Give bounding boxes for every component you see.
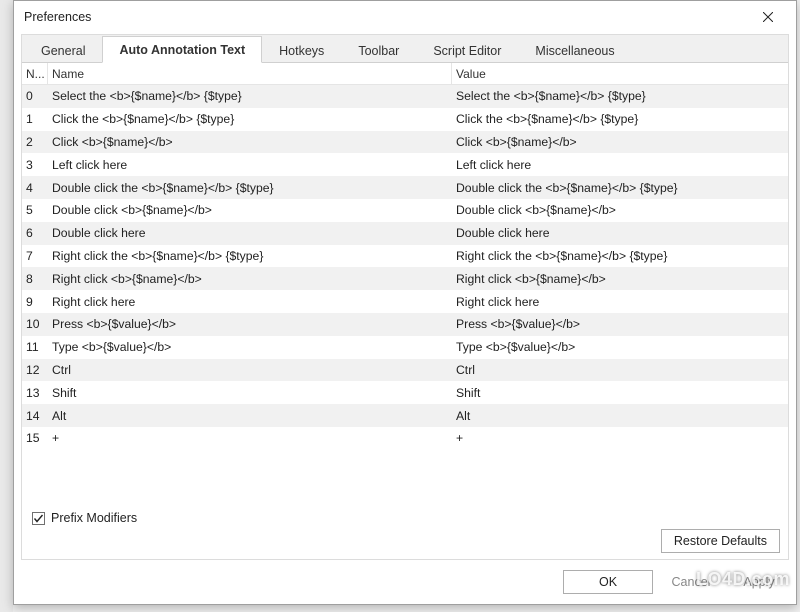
tab-auto-annotation-text[interactable]: Auto Annotation Text [102, 36, 262, 63]
cell-value: Click <b>{$name}</b> [452, 135, 788, 149]
tab-toolbar[interactable]: Toolbar [341, 37, 416, 63]
cell-number: 8 [22, 272, 48, 286]
close-icon [763, 12, 773, 22]
preferences-window: Preferences General Auto Annotation Text… [13, 0, 797, 605]
cell-value: Double click here [452, 226, 788, 240]
table-row[interactable]: 0Select the <b>{$name}</b> {$type}Select… [22, 85, 788, 108]
button-bar: OK Cancel Apply [21, 567, 789, 597]
tab-miscellaneous[interactable]: Miscellaneous [518, 37, 631, 63]
cell-value: Right click the <b>{$name}</b> {$type} [452, 249, 788, 263]
window-title: Preferences [24, 10, 91, 24]
titlebar: Preferences [14, 1, 796, 32]
restore-defaults-button[interactable]: Restore Defaults [661, 529, 780, 553]
cell-number: 5 [22, 203, 48, 217]
ok-button[interactable]: OK [563, 570, 653, 594]
cell-name: Shift [48, 386, 452, 400]
cell-name: Right click <b>{$name}</b> [48, 272, 452, 286]
cell-value: Double click <b>{$name}</b> [452, 203, 788, 217]
cell-name: Double click here [48, 226, 452, 240]
header-value[interactable]: Value [452, 63, 788, 84]
cell-number: 1 [22, 112, 48, 126]
table-row[interactable]: 9Right click hereRight click here [22, 290, 788, 313]
prefix-modifiers-checkbox[interactable] [32, 512, 45, 525]
cell-value: Alt [452, 409, 788, 423]
cancel-button[interactable]: Cancel [661, 570, 721, 594]
checkmark-icon [33, 513, 44, 524]
prefix-modifiers-row: Prefix Modifiers [32, 511, 137, 525]
table-row[interactable]: 14AltAlt [22, 404, 788, 427]
cell-value: Type <b>{$value}</b> [452, 340, 788, 354]
cell-name: Press <b>{$value}</b> [48, 317, 452, 331]
cell-name: Type <b>{$value}</b> [48, 340, 452, 354]
header-number[interactable]: N... [22, 63, 48, 84]
cell-name: Right click the <b>{$name}</b> {$type} [48, 249, 452, 263]
apply-button[interactable]: Apply [729, 570, 789, 594]
cell-value: Double click the <b>{$name}</b> {$type} [452, 181, 788, 195]
cell-value: Press <b>{$value}</b> [452, 317, 788, 331]
cell-number: 6 [22, 226, 48, 240]
cell-number: 7 [22, 249, 48, 263]
cell-number: 11 [22, 340, 48, 354]
cell-value: Select the <b>{$name}</b> {$type} [452, 89, 788, 103]
background-stripe [0, 0, 13, 612]
cell-number: 14 [22, 409, 48, 423]
tab-panel: N... Name Value 0Select the <b>{$name}</… [22, 63, 788, 559]
table-row[interactable]: 2Click <b>{$name}</b>Click <b>{$name}</b… [22, 131, 788, 154]
cell-value: Shift [452, 386, 788, 400]
cell-value: Ctrl [452, 363, 788, 377]
cell-number: 10 [22, 317, 48, 331]
header-name[interactable]: Name [48, 63, 452, 84]
table-header: N... Name Value [22, 63, 788, 85]
content-area: General Auto Annotation Text Hotkeys Too… [21, 34, 789, 560]
cell-name: Double click the <b>{$name}</b> {$type} [48, 181, 452, 195]
cell-number: 0 [22, 89, 48, 103]
cell-number: 15 [22, 431, 48, 445]
cell-name: Left click here [48, 158, 452, 172]
table-row[interactable]: 10Press <b>{$value}</b>Press <b>{$value}… [22, 313, 788, 336]
table-row[interactable]: 15++ [22, 427, 788, 450]
cell-name: Alt [48, 409, 452, 423]
cell-value: + [452, 431, 788, 445]
cell-name: Click <b>{$name}</b> [48, 135, 452, 149]
table-row[interactable]: 7Right click the <b>{$name}</b> {$type}R… [22, 245, 788, 268]
cell-value: Left click here [452, 158, 788, 172]
tab-script-editor[interactable]: Script Editor [416, 37, 518, 63]
table-row[interactable]: 8Right click <b>{$name}</b>Right click <… [22, 267, 788, 290]
table-row[interactable]: 1Click the <b>{$name}</b> {$type}Click t… [22, 108, 788, 131]
table-row[interactable]: 5Double click <b>{$name}</b>Double click… [22, 199, 788, 222]
close-button[interactable] [746, 3, 790, 31]
tab-hotkeys[interactable]: Hotkeys [262, 37, 341, 63]
cell-number: 9 [22, 295, 48, 309]
table-row[interactable]: 3Left click hereLeft click here [22, 153, 788, 176]
cell-name: Right click here [48, 295, 452, 309]
cell-value: Right click <b>{$name}</b> [452, 272, 788, 286]
cell-name: Double click <b>{$name}</b> [48, 203, 452, 217]
table-row[interactable]: 12CtrlCtrl [22, 359, 788, 382]
cell-name: + [48, 431, 452, 445]
tabstrip: General Auto Annotation Text Hotkeys Too… [22, 35, 788, 63]
cell-number: 12 [22, 363, 48, 377]
table-row[interactable]: 11Type <b>{$value}</b>Type <b>{$value}</… [22, 336, 788, 359]
prefix-modifiers-label: Prefix Modifiers [51, 511, 137, 525]
cell-number: 13 [22, 386, 48, 400]
cell-number: 2 [22, 135, 48, 149]
table-row[interactable]: 4Double click the <b>{$name}</b> {$type}… [22, 176, 788, 199]
cell-number: 4 [22, 181, 48, 195]
table-body: 0Select the <b>{$name}</b> {$type}Select… [22, 85, 788, 450]
cell-name: Click the <b>{$name}</b> {$type} [48, 112, 452, 126]
cell-value: Right click here [452, 295, 788, 309]
table-row[interactable]: 13ShiftShift [22, 381, 788, 404]
cell-name: Select the <b>{$name}</b> {$type} [48, 89, 452, 103]
cell-value: Click the <b>{$name}</b> {$type} [452, 112, 788, 126]
table-row[interactable]: 6Double click hereDouble click here [22, 222, 788, 245]
tab-general[interactable]: General [24, 37, 102, 63]
cell-number: 3 [22, 158, 48, 172]
cell-name: Ctrl [48, 363, 452, 377]
